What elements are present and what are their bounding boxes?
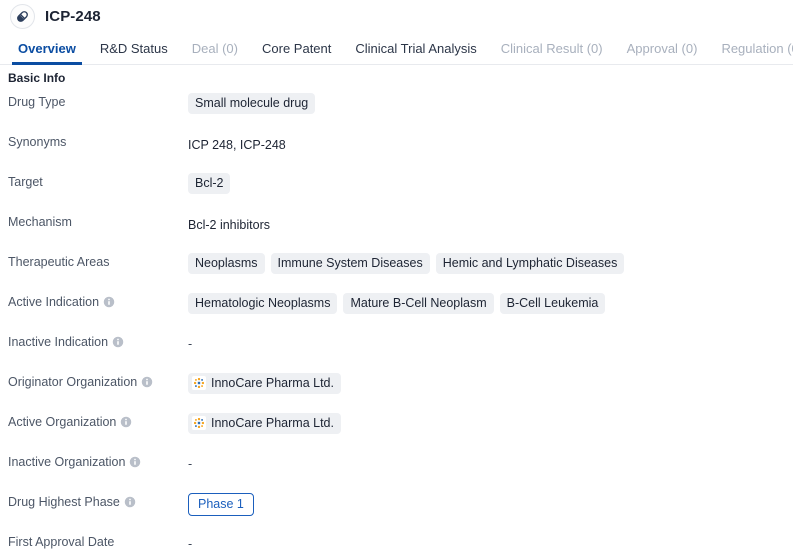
- tag-chip[interactable]: Hemic and Lymphatic Diseases: [435, 253, 625, 274]
- info-icon[interactable]: [103, 296, 115, 308]
- innocare-logo-icon: [192, 376, 206, 390]
- organization-chip[interactable]: InnoCare Pharma Ltd.: [188, 373, 341, 394]
- basic-info-rows: Drug Type Small molecule drug Synonyms ICP …: [0, 85, 793, 554]
- tab-deal-0[interactable]: Deal (0): [180, 41, 250, 65]
- info-row-drug-type: Drug Type Small molecule drug: [0, 91, 793, 131]
- tag-chip[interactable]: Small molecule drug: [188, 93, 316, 114]
- row-label: Drug Type: [8, 91, 188, 109]
- info-icon[interactable]: [112, 336, 124, 348]
- tab-overview[interactable]: Overview: [6, 41, 88, 65]
- tag-chip[interactable]: Neoplasms: [188, 253, 265, 274]
- tab-core-patent[interactable]: Core Patent: [250, 41, 343, 65]
- chip-label: Bcl-2: [195, 176, 224, 190]
- row-label: Mechanism: [8, 211, 188, 229]
- row-value: Phase 1: [188, 491, 254, 516]
- row-value: -: [188, 337, 193, 351]
- info-row-therapeutic-areas: Therapeutic Areas Neoplasms Immune System …: [0, 251, 793, 291]
- innocare-logo-icon: [192, 416, 206, 430]
- info-row-drug-highest-phase: Drug Highest Phase Phase 1: [0, 491, 793, 531]
- info-row-target: Target Bcl-2: [0, 171, 793, 211]
- info-row-originator-organization: Originator Organization InnoCare Pharma L…: [0, 371, 793, 411]
- chip-label: Mature B-Cell Neoplasm: [350, 296, 487, 310]
- tab-label: Overview: [18, 41, 76, 56]
- info-icon[interactable]: [141, 376, 153, 388]
- row-label-text: Inactive Organization: [8, 455, 126, 469]
- row-value: Neoplasms Immune System Diseases Hemic and…: [188, 251, 625, 274]
- info-row-first-approval-date: First Approval Date -: [0, 531, 793, 554]
- row-label-text: Originator Organization: [8, 375, 138, 389]
- tab-clinical-result-0[interactable]: Clinical Result (0): [489, 41, 615, 65]
- row-label-text: Inactive Indication: [8, 335, 109, 349]
- row-label: Drug Highest Phase: [8, 491, 188, 509]
- row-label: Inactive Indication: [8, 331, 188, 349]
- tab-clinical-trial-analysis[interactable]: Clinical Trial Analysis: [343, 41, 488, 65]
- chip-label: InnoCare Pharma Ltd.: [211, 416, 334, 430]
- row-value: ICP 248, ICP-248: [188, 137, 286, 152]
- row-label: Active Indication: [8, 291, 188, 309]
- tag-chip[interactable]: B-Cell Leukemia: [499, 293, 606, 314]
- tab-label: Approval (0): [626, 41, 698, 56]
- tag-chip[interactable]: Bcl-2: [188, 173, 231, 194]
- tab-label: Core Patent: [262, 41, 332, 56]
- tab-label: Clinical Trial Analysis: [355, 41, 477, 56]
- tab-bar: Overview R&D Status Deal (0) Core Patent Cli…: [0, 32, 793, 65]
- row-label-text: Synonyms: [8, 135, 67, 149]
- row-label-text: Active Organization: [8, 415, 117, 429]
- row-value: Bcl-2: [188, 171, 231, 194]
- row-value: Bcl-2 inhibitors: [188, 217, 270, 232]
- tab-label: Clinical Result (0): [500, 41, 603, 56]
- row-label: Inactive Organization: [8, 451, 188, 469]
- tab-label: Regulation (0): [721, 41, 793, 56]
- chip-label: Small molecule drug: [195, 96, 309, 110]
- info-icon[interactable]: [129, 456, 141, 468]
- row-label: Therapeutic Areas: [8, 251, 188, 269]
- drug-phase-badge[interactable]: Phase 1: [188, 493, 254, 516]
- row-label-text: Target: [8, 175, 43, 189]
- row-value: InnoCare Pharma Ltd.: [188, 371, 341, 394]
- row-value: InnoCare Pharma Ltd.: [188, 411, 341, 434]
- info-row-synonyms: Synonyms ICP 248, ICP-248: [0, 131, 793, 171]
- info-icon[interactable]: [124, 496, 136, 508]
- row-label: Synonyms: [8, 131, 188, 149]
- page-title: ICP-248: [45, 7, 101, 25]
- row-value: -: [188, 457, 193, 471]
- organization-chip[interactable]: InnoCare Pharma Ltd.: [188, 413, 341, 434]
- tab-label: Deal (0): [191, 41, 238, 56]
- row-label-text: First Approval Date: [8, 535, 115, 549]
- row-value: -: [188, 537, 193, 551]
- row-label-text: Drug Highest Phase: [8, 495, 120, 509]
- info-row-mechanism: Mechanism Bcl-2 inhibitors: [0, 211, 793, 251]
- tag-chip[interactable]: Immune System Diseases: [270, 253, 430, 274]
- chip-label: B-Cell Leukemia: [506, 296, 599, 310]
- tab-approval-0[interactable]: Approval (0): [615, 41, 710, 65]
- chip-label: Immune System Diseases: [277, 256, 423, 270]
- pill-icon: [10, 3, 35, 29]
- chip-label: Hemic and Lymphatic Diseases: [442, 256, 618, 270]
- chip-label: Hematologic Neoplasms: [195, 296, 331, 310]
- info-row-inactive-indication: Inactive Indication -: [0, 331, 793, 371]
- row-label: Active Organization: [8, 411, 188, 429]
- chip-label: InnoCare Pharma Ltd.: [211, 376, 334, 390]
- page-header: ICP-248: [0, 0, 793, 32]
- chip-label: Neoplasms: [195, 256, 258, 270]
- row-label-text: Active Indication: [8, 295, 100, 309]
- tab-r-d-status[interactable]: R&D Status: [88, 41, 180, 65]
- row-label-text: Therapeutic Areas: [8, 255, 110, 269]
- row-label-text: Mechanism: [8, 215, 72, 229]
- section-title-basic-info: Basic Info: [8, 71, 66, 85]
- row-label: Originator Organization: [8, 371, 188, 389]
- row-label: First Approval Date: [8, 531, 188, 549]
- info-row-active-organization: Active Organization InnoCare Pharma Ltd.: [0, 411, 793, 451]
- tab-label: R&D Status: [99, 41, 168, 56]
- tab-regulation-0[interactable]: Regulation (0): [709, 41, 793, 65]
- info-row-active-indication: Active Indication Hematologic Neoplasms Ma…: [0, 291, 793, 331]
- tag-chip[interactable]: Hematologic Neoplasms: [188, 293, 338, 314]
- tag-chip[interactable]: Mature B-Cell Neoplasm: [343, 293, 494, 314]
- row-label-text: Drug Type: [8, 95, 66, 109]
- row-value: Small molecule drug: [188, 91, 316, 114]
- info-icon[interactable]: [120, 416, 132, 428]
- row-label: Target: [8, 171, 188, 189]
- info-row-inactive-organization: Inactive Organization -: [0, 451, 793, 491]
- row-value: Hematologic Neoplasms Mature B-Cell Neopl…: [188, 291, 606, 314]
